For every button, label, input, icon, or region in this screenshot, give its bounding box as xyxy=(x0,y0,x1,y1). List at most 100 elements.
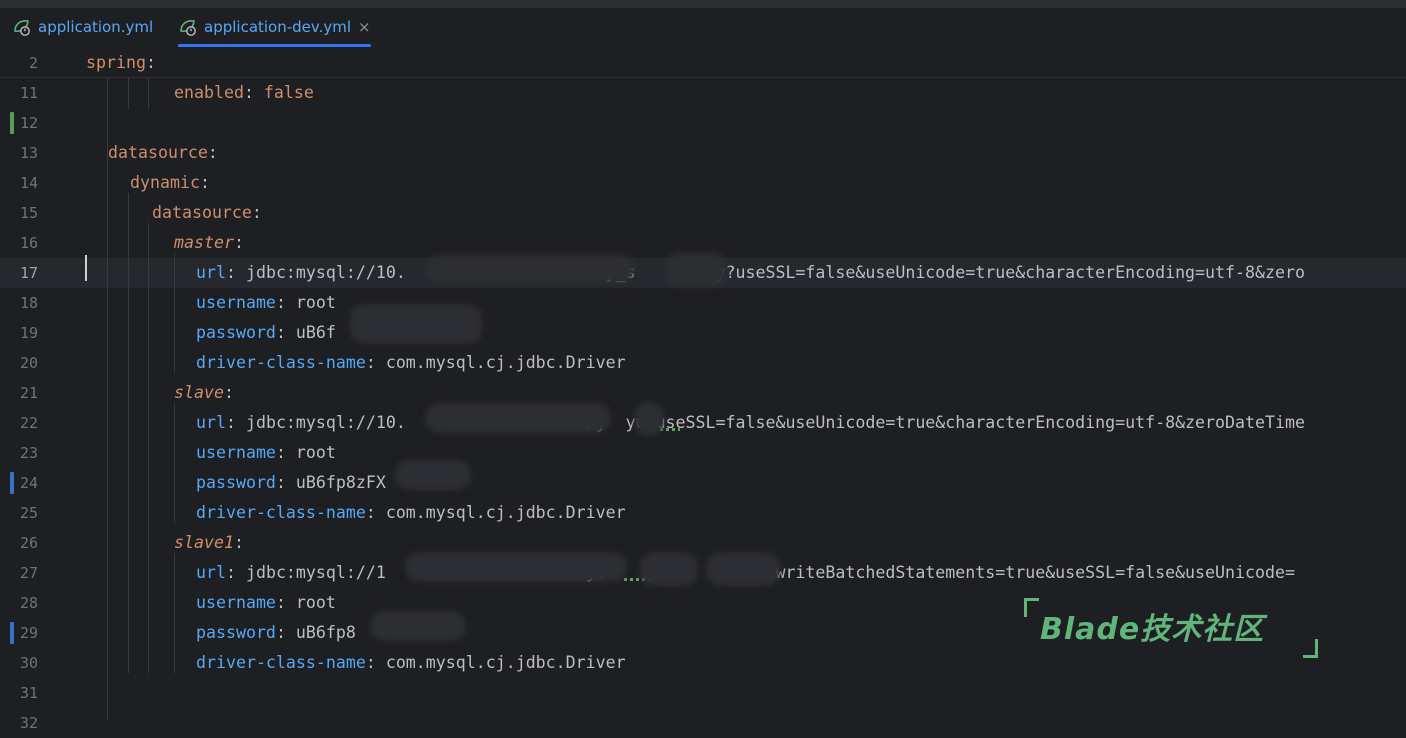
code-line[interactable]: 21 slave: xyxy=(0,378,1406,408)
yaml-value: root xyxy=(295,293,336,312)
watermark-text: Blade技术社区 xyxy=(1040,612,1265,647)
yaml-colon: : xyxy=(275,323,296,342)
yaml-colon: : xyxy=(225,263,246,282)
line-number: 2 xyxy=(28,54,38,72)
line-number: 13 xyxy=(19,144,38,162)
yaml-key: password xyxy=(196,623,276,642)
spellcheck-underline xyxy=(660,428,680,431)
yaml-value: jdbc:mysql://10. /j yu?useSSL=false&useU… xyxy=(245,413,1305,432)
indent-guide xyxy=(174,253,175,373)
line-number: 23 xyxy=(19,444,38,462)
yaml-colon: : xyxy=(199,173,210,192)
vcs-change-marker[interactable] xyxy=(10,112,14,134)
line-number: 18 xyxy=(19,294,38,312)
line-number: 21 xyxy=(19,384,38,402)
code-line[interactable]: 19 password: uB6f xyxy=(0,318,1406,348)
code-line[interactable]: 13 datasource: xyxy=(0,138,1406,168)
close-tab-icon[interactable]: × xyxy=(358,18,371,36)
indent-guide xyxy=(174,403,175,523)
yaml-key: url xyxy=(196,413,226,432)
code-line[interactable]: 27url: jdbc:mysql://1 ji la er?rewriteBa… xyxy=(0,558,1406,588)
yaml-value: root xyxy=(295,593,336,612)
yaml-key: url xyxy=(196,263,226,282)
code-line[interactable]: 11 enabled: false xyxy=(0,78,1406,108)
vcs-change-marker[interactable] xyxy=(10,472,14,494)
window-top-strip xyxy=(0,0,1406,8)
code-line[interactable]: 22 url: jdbc:mysql://10. /j yu?useSSL=fal… xyxy=(0,408,1406,438)
line-number: 19 xyxy=(19,324,38,342)
yaml-value: root xyxy=(295,443,336,462)
line-number: 12 xyxy=(19,114,38,132)
indent-guide xyxy=(148,77,149,109)
code-line[interactable]: 20 driver-class-name: com.mysql.cj.jdbc.D… xyxy=(0,348,1406,378)
redacted-region xyxy=(640,552,698,586)
yaml-colon: : xyxy=(145,53,156,72)
yaml-colon: : xyxy=(275,593,296,612)
line-number: 30 xyxy=(19,654,38,672)
yaml-key: driver-class-name xyxy=(196,503,366,522)
yaml-value: com.mysql.cj.jdbc.Driver xyxy=(385,653,626,672)
yaml-key: driver-class-name xyxy=(196,653,366,672)
yaml-key: slave xyxy=(174,383,224,402)
yaml-colon: : xyxy=(275,473,296,492)
yaml-colon: : xyxy=(225,413,246,432)
redacted-region xyxy=(405,552,627,582)
yaml-colon: : xyxy=(365,653,386,672)
redacted-region xyxy=(350,304,482,344)
vcs-change-marker[interactable] xyxy=(10,622,14,644)
redacted-region xyxy=(634,402,664,436)
editor-tab-bar: application.yml application-dev.yml × xyxy=(0,8,1406,49)
code-line[interactable]: 23 username: root xyxy=(0,438,1406,468)
line-number: 24 xyxy=(19,474,38,492)
yaml-key: username xyxy=(196,593,276,612)
redacted-region xyxy=(706,552,780,586)
code-line[interactable]: 25 driver-class-name: com.mysql.cj.jdbc.D… xyxy=(0,498,1406,528)
code-line[interactable]: 26 slave1: xyxy=(0,528,1406,558)
tab-application-yml[interactable]: application.yml xyxy=(12,8,153,46)
sticky-scroll-header[interactable]: 2 spring: xyxy=(0,48,1406,78)
code-line[interactable]: 18 username: root xyxy=(0,288,1406,318)
yaml-key: datasource xyxy=(108,143,208,162)
yaml-value: false xyxy=(263,83,314,102)
yaml-key: username xyxy=(196,293,276,312)
yaml-value: jdbc:mysql://10. y_s city?useSSL=false&u… xyxy=(245,263,1305,282)
yaml-colon: : xyxy=(207,143,218,162)
tab-label: application-dev.yml xyxy=(204,18,352,36)
yaml-colon: : xyxy=(225,563,246,582)
indent-guide xyxy=(128,193,129,673)
tab-application-dev-yml[interactable]: application-dev.yml × xyxy=(178,8,371,47)
redacted-region xyxy=(370,611,466,641)
yaml-value: com.mysql.cj.jdbc.Driver xyxy=(385,503,626,522)
spring-yaml-icon xyxy=(14,20,30,36)
line-number: 16 xyxy=(19,234,38,252)
redacted-region xyxy=(425,255,635,283)
yaml-key: slave1 xyxy=(174,533,234,552)
yaml-colon: : xyxy=(365,353,386,372)
line-number: 11 xyxy=(19,84,38,102)
code-line[interactable]: 32 xyxy=(0,708,1406,738)
code-line[interactable]: 24 password: uB6fp8zFX xyxy=(0,468,1406,498)
redacted-region xyxy=(395,460,471,490)
code-line[interactable]: 12 xyxy=(0,108,1406,138)
spring-yaml-icon xyxy=(180,20,196,36)
yaml-key: url xyxy=(196,563,226,582)
yaml-colon: : xyxy=(275,293,296,312)
yaml-value: com.mysql.cj.jdbc.Driver xyxy=(385,353,626,372)
indent-guide xyxy=(148,223,149,673)
yaml-colon: : xyxy=(275,623,296,642)
line-number: 15 xyxy=(19,204,38,222)
line-number: 31 xyxy=(19,684,38,702)
yaml-colon: : xyxy=(275,443,296,462)
line-number: 25 xyxy=(19,504,38,522)
yaml-key: master xyxy=(174,233,234,252)
watermark-bracket-right xyxy=(1303,639,1318,658)
code-line[interactable]: 31 xyxy=(0,678,1406,708)
indent-guide xyxy=(174,553,175,673)
code-line[interactable]: 14 dynamic: xyxy=(0,168,1406,198)
yaml-key: enabled xyxy=(174,83,244,102)
yaml-colon: : xyxy=(223,383,234,402)
yaml-colon: : xyxy=(233,233,244,252)
code-line[interactable]: 15 datasource: xyxy=(0,198,1406,228)
yaml-colon: : xyxy=(365,503,386,522)
yaml-colon: : xyxy=(251,203,262,222)
